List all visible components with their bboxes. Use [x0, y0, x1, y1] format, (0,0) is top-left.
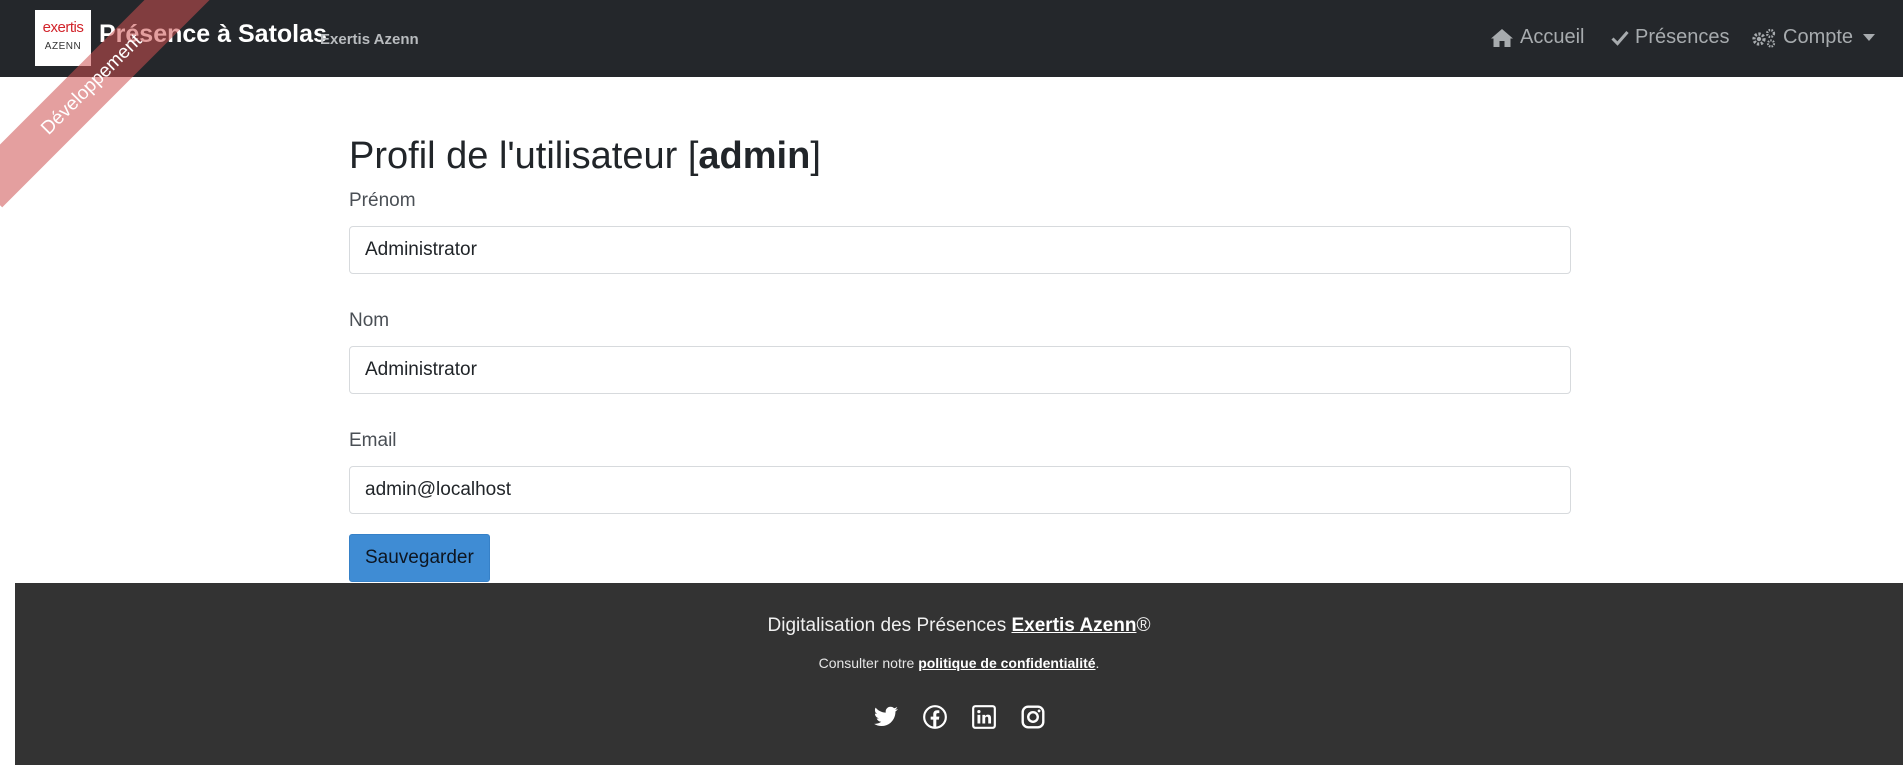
nav-item-presences[interactable]: Présences [1611, 26, 1730, 49]
footer-privacy-dot: . [1095, 655, 1100, 671]
footer-tagline-text: Digitalisation des Présences [767, 615, 1012, 636]
logo-text-azenn: AZENN [44, 41, 82, 52]
social-links [15, 704, 1903, 730]
save-button[interactable]: Sauvegarder [349, 534, 490, 582]
privacy-policy-link[interactable]: politique de confidentialité [918, 655, 1095, 671]
email-label: Email [349, 430, 397, 451]
logo-text-exertis: exertis [42, 19, 84, 36]
nav-label-compte: Compte [1783, 26, 1854, 48]
top-navbar: exertis AZENN Présence à Satolas Exertis… [0, 0, 1903, 77]
email-field[interactable] [349, 466, 1571, 514]
brand-title[interactable]: Présence à Satolas [99, 20, 327, 49]
twitter-icon[interactable] [873, 704, 899, 730]
page-title-username: admin [698, 135, 811, 177]
nav-item-compte[interactable]: Compte [1751, 26, 1876, 49]
footer-privacy-text: Consulter notre [818, 655, 919, 671]
instagram-icon[interactable] [1020, 704, 1046, 730]
facebook-icon[interactable] [922, 704, 948, 730]
linkedin-icon[interactable] [971, 704, 997, 730]
footer-company-link[interactable]: Exertis Azenn [1012, 615, 1137, 636]
footer-privacy: Consulter notre politique de confidentia… [15, 655, 1903, 671]
registered-mark: ® [1136, 615, 1151, 636]
nav-label-presences: Présences [1635, 26, 1730, 48]
nav-item-accueil[interactable]: Accueil [1490, 26, 1584, 49]
last-name-field[interactable] [349, 346, 1571, 394]
first-name-label: Prénom [349, 190, 416, 211]
first-name-field[interactable] [349, 226, 1571, 274]
brand-subtitle: Exertis Azenn [320, 31, 419, 48]
last-name-label: Nom [349, 310, 390, 331]
home-icon [1491, 28, 1513, 47]
check-icon [1611, 30, 1629, 46]
page-title: Profil de l'utilisateur [admin] [349, 130, 1571, 182]
footer-tagline: Digitalisation des Présences Exertis Aze… [15, 615, 1903, 637]
exertis-logo[interactable]: exertis AZENN [35, 10, 91, 66]
nav-label-accueil: Accueil [1520, 26, 1585, 48]
page-title-suffix: ] [810, 135, 821, 177]
page-title-prefix: Profil de l'utilisateur [ [349, 135, 699, 177]
profile-form-container: Profil de l'utilisateur [admin] Prénom N… [349, 130, 1571, 582]
cogs-icon [1752, 28, 1776, 48]
chevron-down-icon [1863, 34, 1876, 41]
footer: Digitalisation des Présences Exertis Aze… [15, 583, 1903, 765]
